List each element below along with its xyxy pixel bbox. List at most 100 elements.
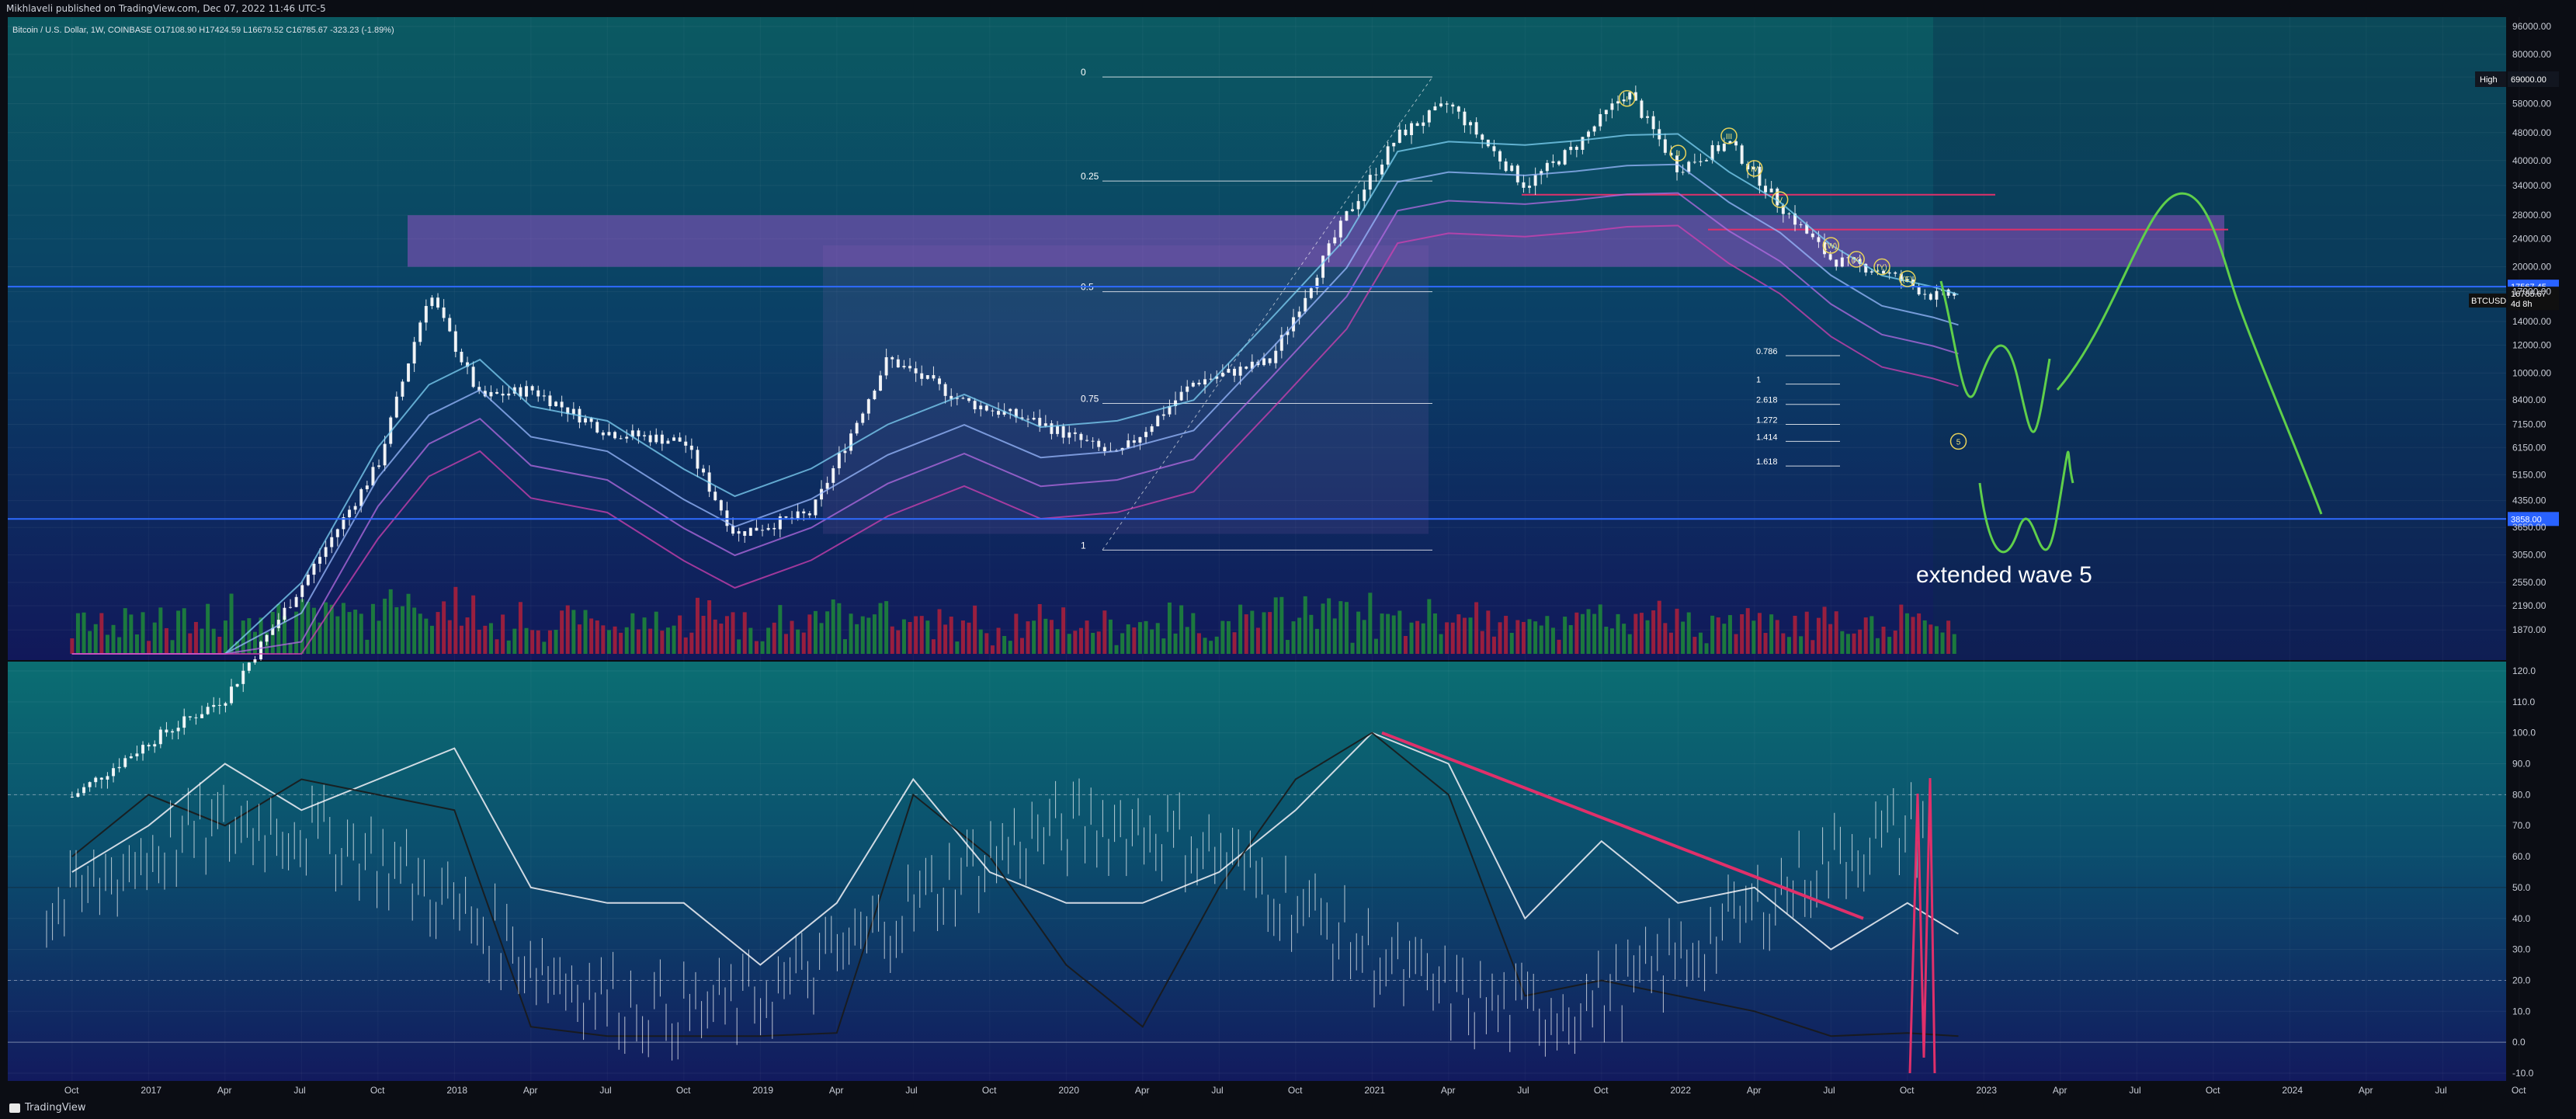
volume-bar bbox=[75, 613, 80, 654]
candle-body bbox=[70, 796, 74, 798]
price-chart[interactable]: 00.250.50.7510.78612.6181.2721.4141.618 … bbox=[0, 17, 2576, 1096]
candle-body bbox=[318, 557, 322, 564]
volume-bar bbox=[1332, 618, 1337, 654]
volume-bar bbox=[252, 631, 257, 654]
price-tick-label: 58000.00 bbox=[2512, 98, 2551, 109]
volume-bar bbox=[1391, 615, 1396, 654]
candle-body bbox=[866, 399, 870, 414]
candle-body bbox=[1764, 186, 1768, 193]
volume-bar bbox=[1904, 613, 1909, 654]
candle-body bbox=[1268, 358, 1272, 363]
candle-body bbox=[1338, 221, 1342, 238]
osc-tick-label: 40.0 bbox=[2512, 913, 2531, 924]
osc-tick-label: 90.0 bbox=[2512, 759, 2531, 770]
oscillator-pane[interactable] bbox=[8, 662, 2506, 1081]
volume-bar bbox=[1002, 636, 1007, 654]
wave-label: IV bbox=[1751, 165, 1758, 174]
volume-bar bbox=[1350, 642, 1355, 654]
candle-body bbox=[1717, 144, 1720, 151]
volume-bar bbox=[206, 603, 210, 654]
volume-bar bbox=[1775, 620, 1779, 654]
candle-body bbox=[158, 729, 162, 745]
volume-bar bbox=[949, 617, 953, 654]
candle-body bbox=[525, 386, 529, 397]
volume-bar bbox=[99, 613, 104, 654]
volume-bar bbox=[872, 614, 877, 654]
volume-bar bbox=[70, 638, 75, 654]
volume-bar bbox=[689, 632, 694, 654]
volume-bar bbox=[1102, 610, 1107, 654]
volume-bar bbox=[394, 606, 399, 654]
price-tick-label: 96000.00 bbox=[2512, 21, 2551, 32]
candle-body bbox=[548, 395, 552, 407]
volume-bar bbox=[188, 633, 193, 654]
volume-bar bbox=[1273, 597, 1278, 654]
price-tick-label: 17000.00 bbox=[2512, 287, 2551, 297]
price-tick-label: 40000.00 bbox=[2512, 155, 2551, 166]
candle-body bbox=[896, 359, 900, 368]
volume-bar bbox=[719, 624, 724, 654]
high-label: High bbox=[2480, 75, 2498, 85]
volume-bar bbox=[1710, 615, 1715, 654]
volume-bar bbox=[1781, 633, 1786, 654]
candle-body bbox=[1828, 254, 1832, 260]
candle-body bbox=[1563, 150, 1567, 165]
footer-brand[interactable]: TradingView bbox=[0, 1096, 2576, 1119]
candle-body bbox=[1640, 100, 1644, 118]
candle-body bbox=[135, 753, 139, 756]
volume-bar bbox=[1114, 645, 1119, 654]
price-tick-label: 2550.00 bbox=[2512, 577, 2546, 588]
volume-bar bbox=[1185, 627, 1189, 654]
volume-bar bbox=[1816, 617, 1821, 654]
candle-body bbox=[1220, 372, 1224, 377]
candle-body bbox=[1245, 367, 1248, 369]
volume-bar bbox=[1622, 624, 1626, 654]
candle-body bbox=[129, 756, 133, 759]
volume-bar bbox=[931, 639, 936, 654]
price-tick-label: 20000.00 bbox=[2512, 262, 2551, 273]
volume-bar bbox=[1521, 621, 1526, 654]
time-tick-label: 2019 bbox=[752, 1085, 773, 1096]
candle-body bbox=[920, 373, 924, 379]
volume-bar bbox=[176, 610, 181, 654]
volume-bar bbox=[1893, 631, 1897, 654]
time-tick-label: Apr bbox=[523, 1085, 538, 1096]
candle-body bbox=[176, 728, 180, 732]
volume-bar bbox=[1881, 626, 1886, 654]
candle-body bbox=[1758, 166, 1762, 186]
volume-bar bbox=[901, 619, 906, 654]
candle-body bbox=[1522, 182, 1526, 188]
candle-body bbox=[807, 513, 811, 516]
time-tick-label: Apr bbox=[217, 1085, 232, 1096]
volume-bar bbox=[925, 620, 930, 654]
candle-body bbox=[571, 408, 575, 415]
volume-bar bbox=[1091, 632, 1095, 654]
volume-bar bbox=[1338, 601, 1343, 654]
time-tick-label: Apr bbox=[1441, 1085, 1456, 1096]
candle-body bbox=[182, 716, 186, 728]
volume-bar bbox=[1137, 622, 1142, 654]
volume-bar bbox=[984, 633, 989, 654]
volume-bar bbox=[93, 624, 98, 654]
volume-bar bbox=[1498, 622, 1502, 654]
candle-body bbox=[1492, 146, 1496, 151]
candle-body bbox=[1209, 378, 1213, 380]
candle-body bbox=[1923, 294, 1927, 295]
volume-bar bbox=[229, 593, 234, 654]
candle-body bbox=[713, 492, 717, 501]
candle-body bbox=[1587, 131, 1591, 137]
candle-body bbox=[1368, 175, 1372, 190]
candle-body bbox=[1061, 426, 1065, 438]
candle-body bbox=[1191, 382, 1195, 387]
candle-body bbox=[306, 575, 310, 586]
candle-body bbox=[442, 308, 446, 318]
volume-bar bbox=[1191, 613, 1196, 654]
price-tick-label: 48000.00 bbox=[2512, 127, 2551, 138]
volume-bar bbox=[1751, 620, 1756, 654]
candle-body bbox=[1386, 146, 1390, 165]
price-tick-label: 4350.00 bbox=[2512, 495, 2546, 506]
volume-bar bbox=[524, 627, 529, 654]
volume-bar bbox=[1657, 600, 1661, 654]
high-value: 69000.00 bbox=[2511, 75, 2546, 85]
candle-body bbox=[825, 482, 829, 489]
